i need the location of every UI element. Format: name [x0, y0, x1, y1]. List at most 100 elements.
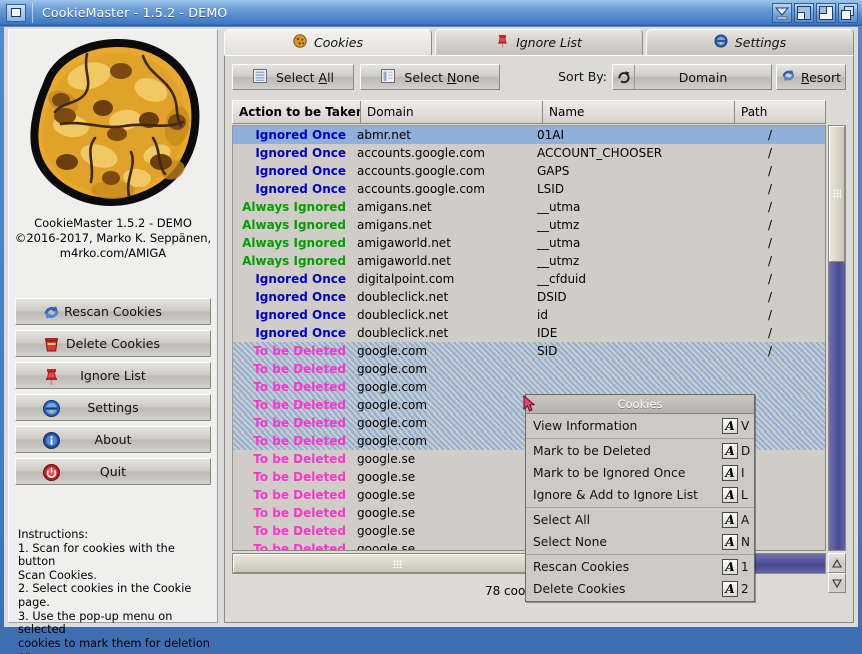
table-row[interactable]: To be Deleted google.com [233, 360, 825, 378]
ignore-list-button[interactable]: Ignore List [15, 362, 211, 389]
select-all-icon [252, 68, 268, 87]
vertical-scroll-thumb[interactable] [829, 126, 845, 262]
table-row[interactable]: Ignored Once accounts.google.com LSID / [233, 180, 825, 198]
column-header-domain[interactable]: Domain [361, 101, 543, 123]
context-menu-item[interactable]: Delete Cookies A 2 [526, 578, 754, 600]
context-menu-shortcut: A [741, 513, 750, 527]
window-titlebar[interactable]: CookieMaster - 1.5.2 - DEMO [0, 0, 862, 26]
column-header-name[interactable]: Name [543, 101, 735, 123]
cell-domain: google.com [357, 380, 428, 394]
cell-name: __utmz [537, 254, 580, 268]
tab-settings[interactable]: Settings [646, 29, 854, 55]
cell-action: To be Deleted [253, 344, 346, 358]
sort-by-cycle[interactable]: Domain [612, 64, 772, 90]
cell-name: __utma [537, 200, 581, 214]
table-row[interactable]: Always Ignored amigaworld.net __utmz / [233, 252, 825, 270]
titlebar-separator [32, 3, 33, 23]
cell-domain: google.com [357, 362, 428, 376]
table-row[interactable]: Always Ignored amigaworld.net __utma / [233, 234, 825, 252]
credits: CookieMaster 1.5.2 - DEMO ©2016-2017, Ma… [9, 216, 217, 261]
cell-action: Always Ignored [242, 200, 346, 214]
context-menu-shortcut: D [741, 444, 751, 458]
amiga-key-icon: A [722, 534, 738, 550]
cell-name: __utmz [537, 218, 580, 232]
table-header: Action to be Taken Domain Name Path [232, 100, 826, 124]
context-menu-group: Mark to be Deleted A D Mark to be Ignored O… [526, 439, 754, 508]
context-menu-item[interactable]: View Information A V [526, 415, 754, 437]
cell-action: Ignored Once [255, 182, 346, 196]
resort-label: Resort [800, 69, 842, 85]
cell-path: / [767, 164, 773, 178]
cell-domain: google.se [357, 488, 416, 502]
context-menu-item-label: Mark to be Ignored Once [533, 466, 686, 480]
quit-label: Quit [99, 464, 127, 479]
delete-cookies-button[interactable]: Delete Cookies [15, 330, 211, 357]
context-menu-groups: View Information A V Mark to be Deleted A D Ma… [526, 414, 754, 601]
cell-action: Always Ignored [242, 254, 346, 268]
horizontal-scroll-thumb[interactable] [233, 554, 563, 573]
context-menu-item[interactable]: Mark to be Ignored Once A I [526, 462, 754, 484]
scroll-up-button[interactable] [828, 553, 846, 573]
context-menu-title: Cookies [526, 395, 754, 414]
iconify-gadget[interactable] [772, 3, 792, 23]
cell-name: id [537, 308, 548, 322]
depth-gadget[interactable] [838, 3, 858, 23]
table-row[interactable]: Ignored Once accounts.google.com ACCOUNT_C… [233, 144, 825, 162]
cell-action: Always Ignored [242, 236, 346, 250]
select-none-label: Select None [404, 69, 480, 85]
cell-action: Ignored Once [255, 146, 346, 160]
context-menu-shortcut: L [741, 488, 748, 502]
table-row[interactable]: Always Ignored amigans.net __utma / [233, 198, 825, 216]
cell-action: To be Deleted [253, 380, 346, 394]
table-row[interactable]: Ignored Once accounts.google.com GAPS / [233, 162, 825, 180]
gear-icon [42, 399, 61, 418]
cell-name: 01AI [537, 128, 565, 142]
context-menu-item[interactable]: Select All A A [526, 509, 754, 531]
about-button[interactable]: About [15, 426, 211, 453]
column-header-action[interactable]: Action to be Taken [233, 101, 361, 123]
column-header-path[interactable]: Path [735, 101, 825, 123]
context-menu[interactable]: Cookies View Information A V Mark to be Del… [525, 394, 755, 602]
select-all-button[interactable]: Select All [232, 64, 354, 90]
tab-cookies[interactable]: Cookies [224, 29, 432, 55]
table-row[interactable]: Ignored Once doubleclick.net DSID / [233, 288, 825, 306]
table-row[interactable]: Ignored Once doubleclick.net id / [233, 306, 825, 324]
sidebar: CookieMaster 1.5.2 - DEMO ©2016-2017, Ma… [8, 29, 218, 654]
window-gadgets [772, 3, 858, 23]
close-gadget[interactable] [6, 4, 26, 22]
resort-accel: R [800, 69, 810, 85]
context-menu-item[interactable]: Mark to be Deleted A D [526, 440, 754, 462]
cell-domain: amigans.net [357, 200, 432, 214]
tab-cookies-label: Cookies [314, 35, 363, 50]
table-row[interactable]: Ignored Once doubleclick.net IDE / [233, 324, 825, 342]
context-menu-item[interactable]: Ignore & Add to Ignore List A L [526, 484, 754, 506]
settings-button[interactable]: Settings [15, 394, 211, 421]
about-label: About [94, 432, 132, 447]
amiga-key-icon: A [722, 465, 738, 481]
context-menu-item[interactable]: Rescan Cookies A 1 [526, 556, 754, 578]
context-menu-item-label: Select None [533, 535, 607, 549]
context-menu-item-label: Delete Cookies [533, 582, 626, 596]
list-vertical-scrollbar[interactable] [828, 125, 846, 551]
cell-domain: doubleclick.net [357, 290, 449, 304]
rescan-cookies-button[interactable]: Rescan Cookies [15, 298, 211, 325]
cell-path: / [767, 200, 773, 214]
cell-domain: google.com [357, 416, 428, 430]
snapshot-gadget[interactable] [794, 3, 814, 23]
cell-path: / [767, 290, 773, 304]
table-row[interactable]: Ignored Once abmr.net 01AI / [233, 126, 825, 144]
credit-line-2: ©2016-2017, Marko K. Seppänen, [14, 231, 212, 245]
cell-action: To be Deleted [253, 362, 346, 376]
cell-domain: accounts.google.com [357, 164, 485, 178]
resort-button[interactable]: Resort [776, 64, 846, 90]
table-row[interactable]: Ignored Once digitalpoint.com __cfduid / [233, 270, 825, 288]
resort-icon [781, 68, 796, 86]
table-row[interactable]: Always Ignored amigans.net __utmz / [233, 216, 825, 234]
quit-button[interactable]: Quit [15, 458, 211, 485]
maximize-gadget[interactable] [816, 3, 836, 23]
select-none-button[interactable]: Select None [360, 64, 500, 90]
table-row[interactable]: To be Deleted google.com SID / [233, 342, 825, 360]
tab-settings-label: Settings [734, 35, 787, 50]
tab-ignore-list[interactable]: Ignore List [435, 29, 643, 55]
context-menu-item[interactable]: Select None A N [526, 531, 754, 553]
